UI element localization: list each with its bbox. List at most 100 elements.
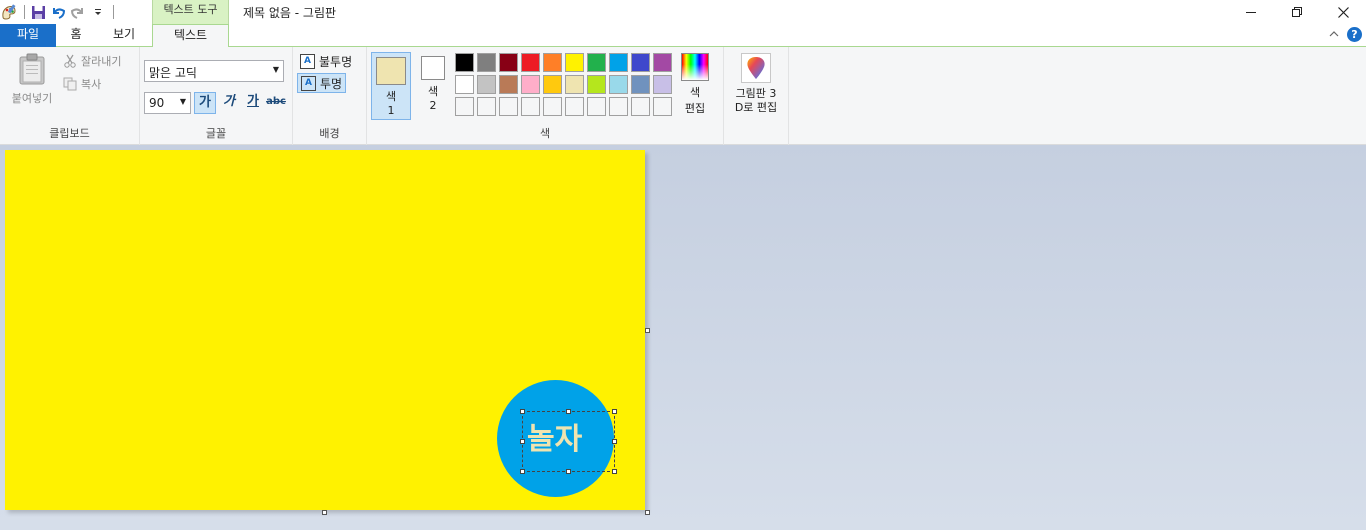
canvas-resize-handle-bottom[interactable] bbox=[322, 510, 327, 515]
textbox-resize-handle[interactable] bbox=[566, 469, 571, 474]
text-tools-context-header: 텍스트 도구 bbox=[152, 0, 229, 24]
textbox-resize-handle[interactable] bbox=[520, 409, 525, 414]
palette-swatch[interactable] bbox=[477, 75, 496, 94]
canvas-resize-handle-corner[interactable] bbox=[645, 510, 650, 515]
textbox-resize-handle[interactable] bbox=[612, 409, 617, 414]
tab-file[interactable]: 파일 bbox=[0, 24, 56, 47]
colors-group-label: 색 bbox=[539, 127, 551, 140]
textbox-resize-handle[interactable] bbox=[566, 409, 571, 414]
italic-button[interactable]: 가 bbox=[218, 92, 240, 114]
palette-swatch[interactable] bbox=[521, 53, 540, 72]
palette-swatch[interactable] bbox=[543, 75, 562, 94]
palette-swatch[interactable] bbox=[609, 75, 628, 94]
quick-access-toolbar bbox=[0, 2, 118, 22]
font-group-label: 글꼴 bbox=[205, 127, 227, 140]
redo-icon[interactable] bbox=[69, 3, 87, 21]
palette-swatch[interactable] bbox=[565, 53, 584, 72]
minimize-button[interactable] bbox=[1228, 0, 1274, 24]
palette-swatch[interactable] bbox=[587, 53, 606, 72]
restore-button[interactable] bbox=[1274, 0, 1320, 24]
palette-swatch[interactable] bbox=[587, 75, 606, 94]
collapse-ribbon-icon[interactable] bbox=[1329, 28, 1339, 42]
palette-swatch[interactable] bbox=[631, 75, 650, 94]
paste-button[interactable]: 붙여넣기 bbox=[6, 53, 58, 106]
strikethrough-button[interactable]: abc bbox=[265, 92, 287, 114]
paint3d-label-1: 그림판 3 bbox=[735, 87, 777, 100]
opaque-button[interactable]: A 불투명 bbox=[297, 51, 355, 71]
textbox-resize-handle[interactable] bbox=[520, 439, 525, 444]
opaque-label: 불투명 bbox=[319, 54, 353, 69]
palette-swatch[interactable] bbox=[521, 97, 540, 116]
font-family-value: 맑은 고딕 bbox=[149, 66, 197, 80]
palette-swatch[interactable] bbox=[455, 75, 474, 94]
color1-button[interactable]: 색 1 bbox=[371, 52, 411, 120]
window-title: 제목 없음 - 그림판 bbox=[243, 6, 337, 20]
text-box-content[interactable]: 놀자 bbox=[527, 422, 582, 458]
cut-button[interactable]: 잘라내기 bbox=[62, 53, 121, 69]
palette-swatch[interactable] bbox=[543, 97, 562, 116]
edit-colors-button[interactable]: 색 편집 bbox=[677, 53, 713, 116]
paint-app-icon[interactable] bbox=[0, 3, 18, 21]
text-box[interactable]: 놀자 bbox=[520, 409, 617, 474]
paint3d-group: 그림판 3 D로 편집 bbox=[724, 47, 789, 145]
underline-button[interactable]: 가 bbox=[242, 92, 264, 114]
canvas-workspace: 놀자 bbox=[0, 145, 1366, 530]
palette-swatch[interactable] bbox=[653, 97, 672, 116]
background-group: A 불투명 A 투명 배경 bbox=[293, 47, 367, 145]
palette-swatch[interactable] bbox=[455, 97, 474, 116]
customize-qat-icon[interactable] bbox=[89, 3, 107, 21]
palette-swatch[interactable] bbox=[521, 75, 540, 94]
palette-swatch[interactable] bbox=[499, 53, 518, 72]
palette-swatch[interactable] bbox=[565, 97, 584, 116]
copy-icon bbox=[62, 76, 78, 92]
font-size-select[interactable]: 90 ▼ bbox=[144, 92, 191, 114]
ribbon-right-controls: ? bbox=[1329, 27, 1362, 42]
bold-button[interactable]: 가 bbox=[194, 92, 216, 114]
palette-swatch[interactable] bbox=[499, 75, 518, 94]
color2-button[interactable]: 색 2 bbox=[413, 52, 453, 120]
drawing-canvas[interactable]: 놀자 bbox=[5, 150, 645, 510]
close-button[interactable] bbox=[1320, 0, 1366, 24]
palette-swatch[interactable] bbox=[609, 97, 628, 116]
minimize-icon bbox=[1246, 12, 1256, 13]
close-icon bbox=[1337, 6, 1349, 18]
palette-swatch[interactable] bbox=[499, 97, 518, 116]
help-icon[interactable]: ? bbox=[1347, 27, 1362, 42]
palette-swatch[interactable] bbox=[631, 53, 650, 72]
palette-swatch[interactable] bbox=[653, 75, 672, 94]
color-palette bbox=[455, 53, 672, 116]
tab-text[interactable]: 텍스트 bbox=[152, 24, 229, 48]
undo-icon[interactable] bbox=[49, 3, 67, 21]
canvas-resize-handle-right[interactable] bbox=[645, 328, 650, 333]
font-family-select[interactable]: 맑은 고딕 ▼ bbox=[144, 60, 284, 82]
palette-swatch[interactable] bbox=[609, 53, 628, 72]
copy-button[interactable]: 복사 bbox=[62, 76, 101, 92]
edit-with-paint3d-button[interactable]: 그림판 3 D로 편집 bbox=[728, 53, 784, 115]
color1-swatch bbox=[376, 57, 406, 85]
transparent-text-icon: A bbox=[301, 75, 316, 91]
color-spectrum-icon bbox=[681, 53, 709, 81]
palette-swatch[interactable] bbox=[477, 97, 496, 116]
textbox-resize-handle[interactable] bbox=[612, 469, 617, 474]
tab-home[interactable]: 홈 bbox=[56, 24, 96, 47]
ribbon-tabs: 파일 홈 보기 텍스트 ? bbox=[0, 24, 1366, 48]
palette-swatch[interactable] bbox=[653, 53, 672, 72]
palette-swatch[interactable] bbox=[631, 97, 650, 116]
textbox-resize-handle[interactable] bbox=[520, 469, 525, 474]
tab-view[interactable]: 보기 bbox=[96, 24, 152, 47]
palette-swatch[interactable] bbox=[455, 53, 474, 72]
save-icon[interactable] bbox=[29, 3, 47, 21]
transparent-button[interactable]: A 투명 bbox=[297, 73, 347, 93]
cut-label: 잘라내기 bbox=[81, 55, 122, 68]
palette-swatch[interactable] bbox=[477, 53, 496, 72]
title-bar: 텍스트 도구 제목 없음 - 그림판 bbox=[0, 0, 1366, 24]
clipboard-icon bbox=[19, 53, 45, 85]
dropdown-arrow-icon: ▼ bbox=[272, 65, 279, 74]
palette-swatch[interactable] bbox=[543, 53, 562, 72]
palette-swatch[interactable] bbox=[565, 75, 584, 94]
restore-icon bbox=[1292, 7, 1302, 17]
paint3d-icon bbox=[741, 53, 771, 83]
copy-label: 복사 bbox=[81, 78, 102, 91]
textbox-resize-handle[interactable] bbox=[612, 439, 617, 444]
palette-swatch[interactable] bbox=[587, 97, 606, 116]
